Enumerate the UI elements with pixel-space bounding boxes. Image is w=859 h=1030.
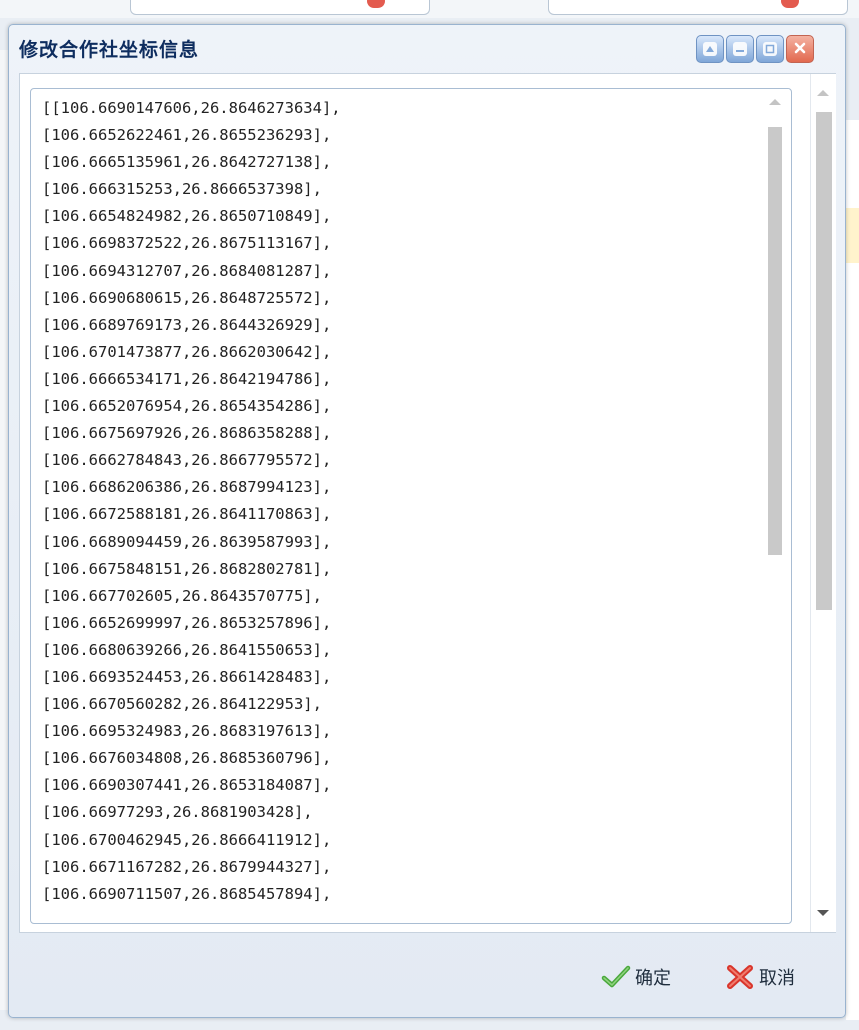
coordinates-textarea[interactable]: [[106.6690147606,26.8646273634], [106.66… — [30, 88, 792, 924]
coordinates-text[interactable]: [[106.6690147606,26.8646273634], [106.66… — [42, 95, 732, 908]
collapse-icon — [703, 42, 717, 56]
background-field-left — [130, 0, 430, 15]
dialog-footer: 确定 取消 — [9, 935, 845, 1017]
check-icon — [601, 965, 631, 988]
scroll-up-arrow-icon[interactable] — [769, 99, 781, 105]
minimize-button[interactable] — [726, 35, 754, 63]
close-button[interactable] — [786, 35, 814, 63]
cancel-button-label: 取消 — [759, 968, 795, 989]
cancel-button[interactable]: 取消 — [725, 963, 795, 991]
dialog-titlebar[interactable]: 修改合作社坐标信息 — [9, 25, 845, 69]
confirm-button[interactable]: 确定 — [601, 963, 671, 991]
panel-scrollbar[interactable] — [810, 74, 836, 932]
maximize-button[interactable] — [756, 35, 784, 63]
scroll-down-arrow-icon[interactable] — [817, 910, 829, 916]
maximize-icon — [763, 42, 777, 56]
edit-coordinates-dialog: 修改合作社坐标信息 [[106.6690147606,26.8646273634… — [8, 24, 846, 1018]
background-field-right — [548, 0, 848, 15]
collapse-button[interactable] — [696, 35, 724, 63]
background-required-icon — [781, 0, 799, 8]
confirm-button-label: 确定 — [635, 968, 671, 989]
panel-scrollbar-thumb[interactable] — [816, 112, 832, 610]
textarea-scrollbar-thumb[interactable] — [768, 127, 782, 555]
background-highlight-row — [846, 208, 859, 263]
scroll-up-arrow-icon[interactable] — [817, 90, 829, 96]
dialog-body: [[106.6690147606,26.8646273634], [106.66… — [19, 73, 836, 933]
minimize-icon — [733, 42, 747, 56]
background-required-icon — [367, 0, 385, 8]
textarea-scrollbar[interactable] — [759, 89, 789, 923]
close-icon — [793, 41, 807, 58]
cross-icon — [727, 965, 753, 989]
dialog-title: 修改合作社坐标信息 — [19, 39, 200, 61]
